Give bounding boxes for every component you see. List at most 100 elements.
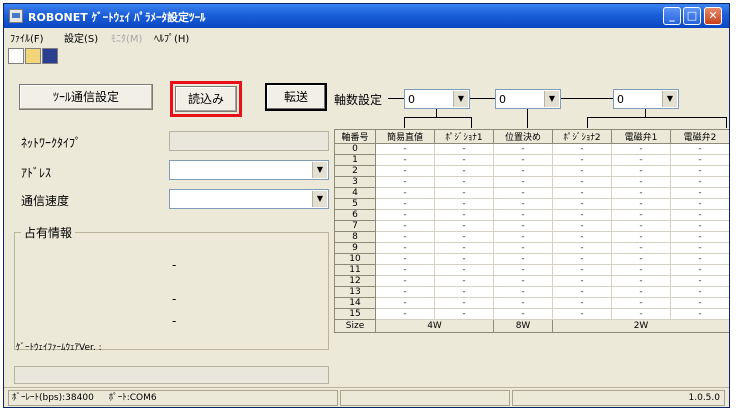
table-row: 1------	[334, 154, 729, 166]
title-bar[interactable]: ROBONET ｹﾞｰﾄｳｪｲ ﾊﾟﾗﾒｰﾀ設定ﾂｰﾙ _ □ ✕	[4, 4, 729, 28]
table-cell: -	[552, 242, 612, 254]
bracket-line	[645, 109, 646, 117]
table-cell: -	[552, 187, 612, 199]
axis-number-cell: 12	[334, 275, 376, 287]
close-button[interactable]: ✕	[704, 7, 722, 25]
table-cell: -	[552, 176, 612, 188]
table-cell: -	[493, 253, 553, 265]
axis-select-1-value: 0	[408, 93, 415, 106]
menu-bar: ﾌｧｲﾙ(F) 設定(S) ﾓﾆﾀ(M) ﾍﾙﾌﾟ(H)	[4, 28, 729, 46]
table-cell: -	[670, 253, 729, 265]
table-row: 3------	[334, 176, 729, 188]
status-connection: ﾎﾞｰﾚｰﾄ(bps):38400 ﾎﾟｰﾄ:COM6	[8, 390, 338, 406]
axis-number-cell: 3	[334, 176, 376, 188]
table-cell: -	[552, 297, 612, 309]
table-cell: -	[611, 286, 671, 298]
table-cell: -	[375, 242, 435, 254]
bracket-line	[471, 117, 472, 128]
table-cell: -	[670, 242, 729, 254]
menu-file[interactable]: ﾌｧｲﾙ(F)	[10, 30, 44, 45]
table-cell: -	[611, 297, 671, 309]
chevron-down-icon: ▼	[544, 91, 559, 107]
axis-select-1[interactable]: 0 ▼	[404, 89, 470, 109]
bracket-line	[527, 109, 528, 128]
table-cell: -	[493, 143, 553, 155]
column-header: 軸番号	[334, 129, 376, 144]
tool-comm-settings-button[interactable]: ﾂｰﾙ通信設定	[19, 84, 153, 110]
open-folder-icon[interactable]	[25, 48, 41, 64]
table-cell: -	[375, 286, 435, 298]
table-cell: -	[670, 286, 729, 298]
table-cell: -	[670, 275, 729, 287]
table-cell: -	[670, 297, 729, 309]
table-cell: -	[552, 220, 612, 232]
table-cell: -	[493, 264, 553, 276]
chevron-down-icon: ▼	[312, 162, 327, 178]
table-cell: -	[375, 187, 435, 199]
address-select[interactable]: ▼	[169, 160, 329, 180]
table-cell: -	[670, 187, 729, 199]
table-cell: -	[670, 154, 729, 166]
table-cell: -	[434, 209, 494, 221]
table-cell: -	[611, 143, 671, 155]
table-cell: -	[611, 187, 671, 199]
axis-number-cell: 10	[334, 253, 376, 265]
connector-line	[561, 98, 613, 99]
speed-select[interactable]: ▼	[169, 189, 329, 209]
table-cell: -	[493, 165, 553, 177]
table-cell: -	[611, 198, 671, 210]
size-label: Size	[334, 319, 376, 333]
menu-monitor[interactable]: ﾓﾆﾀ(M)	[111, 30, 142, 45]
table-cell: -	[552, 286, 612, 298]
menu-settings[interactable]: 設定(S)	[64, 30, 98, 45]
column-header: 電磁弁2	[670, 129, 729, 144]
table-cell: -	[375, 231, 435, 243]
chevron-down-icon: ▼	[453, 91, 468, 107]
table-cell: -	[434, 187, 494, 199]
read-button[interactable]: 読込み	[175, 86, 237, 112]
occupancy-value-1: -	[172, 258, 177, 272]
table-cell: -	[670, 176, 729, 188]
connector-line	[470, 98, 495, 99]
table-cell: -	[670, 220, 729, 232]
transfer-button[interactable]: 転送	[266, 84, 326, 110]
table-cell: -	[375, 264, 435, 276]
chevron-down-icon: ▼	[312, 191, 327, 207]
maximize-button[interactable]: □	[683, 7, 701, 25]
new-file-icon[interactable]	[8, 48, 24, 64]
status-cell-middle	[340, 390, 510, 406]
window-title: ROBONET ｹﾞｰﾄｳｪｲ ﾊﾟﾗﾒｰﾀ設定ﾂｰﾙ	[28, 11, 206, 24]
table-cell: -	[493, 242, 553, 254]
firmware-version-field	[14, 366, 329, 384]
network-type-field	[169, 131, 329, 151]
firmware-version-label: ｹﾞｰﾄｳｪｲﾌｧｰﾑｳｪｱVer. :	[16, 343, 102, 353]
menu-help[interactable]: ﾍﾙﾌﾟ(H)	[154, 30, 189, 45]
table-cell: -	[552, 275, 612, 287]
table-cell: -	[611, 242, 671, 254]
table-row: 2------	[334, 165, 729, 177]
axis-number-cell: 5	[334, 198, 376, 210]
table-cell: -	[434, 143, 494, 155]
bracket-line	[587, 117, 727, 118]
table-cell: -	[434, 198, 494, 210]
axis-select-3[interactable]: 0 ▼	[613, 89, 679, 109]
table-cell: -	[552, 198, 612, 210]
table-row: 14- - - - - -	[334, 297, 729, 309]
axis-select-2[interactable]: 0 ▼	[495, 89, 561, 109]
size-value-1: 4W	[375, 319, 494, 333]
table-cell: -	[670, 264, 729, 276]
axis-number-cell: 0	[334, 143, 376, 155]
table-cell: -	[375, 176, 435, 188]
save-disk-icon[interactable]	[42, 48, 58, 64]
axis-number-cell: 9	[334, 242, 376, 254]
table-cell: -	[611, 176, 671, 188]
table-cell: -	[434, 297, 494, 309]
minimize-button[interactable]: _	[663, 7, 681, 25]
column-header: 位置決め	[493, 129, 553, 144]
occupancy-value-2: -	[172, 292, 177, 306]
connector-line	[388, 98, 404, 99]
table-row: 12- - - - - -	[334, 275, 729, 287]
axis-number-cell: 7	[334, 220, 376, 232]
table-cell: -	[375, 253, 435, 265]
table-cell: -	[552, 165, 612, 177]
